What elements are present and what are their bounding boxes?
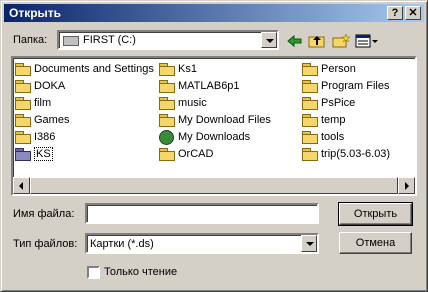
- list-item[interactable]: Program Files: [302, 78, 389, 94]
- list-item[interactable]: temp: [302, 112, 345, 128]
- list-item-selected[interactable]: KS: [15, 146, 53, 162]
- filename-label: Имя файла:: [13, 208, 75, 220]
- list-item[interactable]: Documents and Settings: [15, 61, 154, 77]
- list-item[interactable]: trip(5.03-6.03): [302, 146, 390, 162]
- new-folder-icon[interactable]: [332, 33, 350, 49]
- folder-icon: [159, 63, 175, 77]
- web-folder-icon: [159, 129, 174, 145]
- title-bar[interactable]: Открыть ? ✕: [4, 4, 424, 22]
- list-item[interactable]: MATLAB6p1: [159, 78, 240, 94]
- folder-icon: [15, 97, 31, 111]
- readonly-label[interactable]: Только чтение: [104, 265, 177, 279]
- up-folder-icon[interactable]: [308, 33, 326, 49]
- view-menu-icon[interactable]: [355, 33, 379, 49]
- dialog-title: Открыть: [9, 6, 62, 20]
- file-name: I386: [34, 131, 56, 143]
- lookin-combo[interactable]: FIRST (C:): [57, 30, 279, 50]
- file-name: Program Files: [321, 80, 390, 92]
- folder-icon: [15, 114, 31, 128]
- list-item[interactable]: OrCAD: [159, 146, 213, 162]
- folder-icon: [159, 148, 175, 162]
- list-item[interactable]: I386: [15, 129, 55, 145]
- file-name: music: [178, 97, 207, 109]
- file-name: My Downloads: [178, 131, 251, 143]
- file-name: DOKA: [34, 80, 66, 92]
- file-name: Person: [321, 63, 356, 75]
- list-item[interactable]: tools: [302, 129, 344, 145]
- chevron-down-icon[interactable]: [301, 235, 317, 252]
- filetype-label: Тип файлов:: [13, 238, 78, 250]
- list-item[interactable]: Games: [15, 112, 69, 128]
- folder-icon: [15, 131, 31, 145]
- list-item[interactable]: Ks1: [159, 61, 197, 77]
- horizontal-scrollbar[interactable]: [13, 177, 415, 194]
- file-name: Games: [34, 114, 70, 126]
- list-item[interactable]: DOKA: [15, 78, 65, 94]
- folder-icon: [302, 148, 318, 162]
- folder-icon: [302, 114, 318, 128]
- scroll-left-button[interactable]: [13, 177, 30, 194]
- folder-icon: [159, 97, 175, 111]
- filetype-value: Картки (*.ds): [90, 238, 154, 250]
- folder-icon: [15, 148, 31, 162]
- readonly-checkbox[interactable]: [87, 266, 100, 279]
- list-item[interactable]: film: [15, 95, 51, 111]
- drive-icon: [63, 36, 79, 46]
- file-name: KS: [34, 147, 53, 161]
- folder-icon: [159, 114, 175, 128]
- chevron-right-icon: [405, 182, 409, 190]
- folder-icon: [15, 80, 31, 94]
- file-name: tools: [321, 131, 345, 143]
- list-item[interactable]: Person: [302, 61, 356, 77]
- open-button[interactable]: Открыть: [338, 202, 413, 226]
- open-dialog: Открыть ? ✕ Папка: FIRST (C:) Documents …: [0, 0, 428, 292]
- filename-input[interactable]: [85, 203, 319, 224]
- list-item[interactable]: PsPice: [302, 95, 355, 111]
- list-item[interactable]: My Download Files: [159, 112, 271, 128]
- scroll-right-button[interactable]: [398, 177, 415, 194]
- list-item[interactable]: My Downloads: [159, 129, 250, 145]
- folder-icon: [159, 80, 175, 94]
- chevron-down-icon[interactable]: [261, 32, 277, 48]
- file-name: trip(5.03-6.03): [321, 148, 391, 160]
- lookin-value: FIRST (C:): [83, 34, 136, 46]
- file-name: Documents and Settings: [34, 63, 154, 75]
- folder-icon: [302, 131, 318, 145]
- chevron-left-icon: [19, 182, 23, 190]
- file-name: Ks1: [178, 63, 197, 75]
- cancel-button[interactable]: Отмена: [339, 232, 412, 254]
- lookin-label: Папка:: [13, 34, 48, 46]
- folder-icon: [302, 97, 318, 111]
- scroll-thumb[interactable]: [30, 177, 398, 194]
- file-name: MATLAB6p1: [178, 80, 240, 92]
- file-name: OrCAD: [178, 148, 214, 160]
- folder-icon: [302, 63, 318, 77]
- close-button[interactable]: ✕: [405, 6, 421, 20]
- help-button[interactable]: ?: [387, 6, 403, 20]
- file-list[interactable]: Documents and Settings DOKA film Games I…: [11, 56, 417, 196]
- folder-icon: [302, 80, 318, 94]
- filetype-combo[interactable]: Картки (*.ds): [85, 233, 319, 254]
- file-name: PsPice: [321, 97, 356, 109]
- file-name: temp: [321, 114, 346, 126]
- file-name: film: [34, 97, 52, 109]
- file-name: My Download Files: [178, 114, 271, 126]
- back-arrow-icon[interactable]: [286, 33, 304, 49]
- folder-icon: [15, 63, 31, 77]
- list-item[interactable]: music: [159, 95, 207, 111]
